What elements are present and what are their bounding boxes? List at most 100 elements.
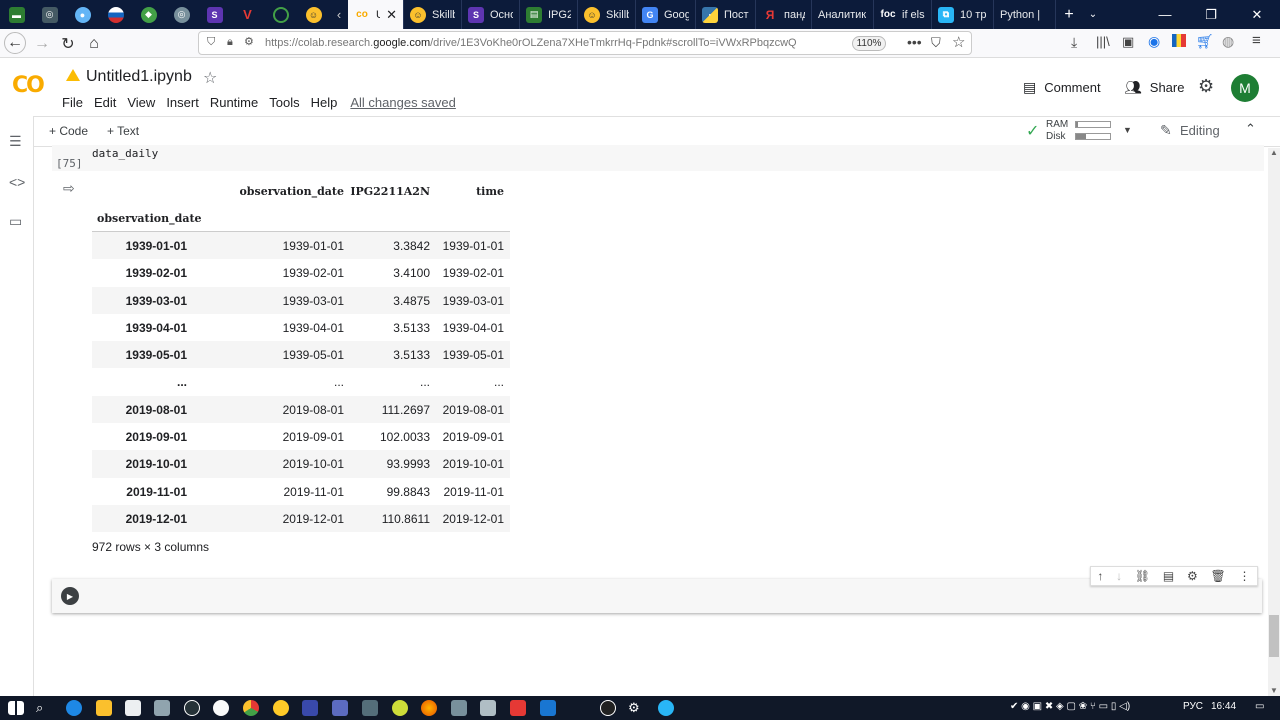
page-scrollbar[interactable] (1268, 148, 1280, 696)
pinned-tab-10[interactable]: ☺ (297, 0, 330, 29)
move-up-icon[interactable]: ↑ (1097, 569, 1103, 583)
yandex-browser-icon[interactable] (213, 700, 229, 716)
link-icon[interactable]: ⛓ (1135, 569, 1150, 583)
library-icon[interactable]: |||\ (1096, 34, 1110, 49)
tab-postr[interactable]: · Постр (696, 0, 756, 29)
menu-help[interactable]: Help (311, 95, 338, 110)
tab-osnovy[interactable]: S Осно (462, 0, 520, 29)
file-explorer-icon[interactable] (96, 700, 112, 716)
app-icon[interactable] (540, 700, 556, 716)
menu-view[interactable]: View (127, 95, 155, 110)
close-icon[interactable]: ✕ (386, 7, 397, 23)
scrollbar-thumb[interactable] (1269, 615, 1279, 657)
tab-list-chevron-icon[interactable]: ⌄ (1082, 0, 1104, 29)
forward-button[interactable]: → (30, 32, 54, 56)
files-folder-icon[interactable]: ▭ (9, 213, 22, 230)
home-button[interactable]: ⌂ (82, 32, 106, 56)
input-language[interactable]: РУС (1183, 701, 1203, 712)
pinned-tab-9[interactable] (264, 0, 297, 29)
more-icon[interactable]: ••• (907, 34, 922, 50)
comment-button[interactable]: ▤ Comment (1023, 79, 1101, 96)
menu-tools[interactable]: Tools (269, 95, 299, 110)
windows-start-icon[interactable] (8, 701, 24, 715)
tab-skillbox-1[interactable]: ☺ Skillb (404, 0, 462, 29)
pinned-tab-8[interactable]: V (231, 0, 264, 29)
code-cell-input[interactable] (52, 145, 1264, 171)
pinned-tab-3[interactable]: ● (66, 0, 99, 29)
share-button[interactable]: 👥︎ Share (1124, 79, 1184, 96)
cart-icon[interactable]: 🛒︎ (1196, 33, 1214, 50)
hp-icon[interactable] (184, 700, 200, 716)
search-icon[interactable]: ⌕ (36, 700, 52, 716)
comment-icon[interactable]: ▤ (1163, 569, 1174, 583)
mail-icon[interactable] (154, 700, 170, 716)
app-icon[interactable] (510, 700, 526, 716)
move-down-icon[interactable]: ↓ (1116, 569, 1122, 583)
settings-icon[interactable]: ⚙ (628, 700, 644, 716)
pinned-tab-7[interactable]: S (198, 0, 231, 29)
tab-google[interactable]: G Googl (636, 0, 696, 29)
delete-icon[interactable]: 🗑︎ (1211, 569, 1226, 583)
zoom-badge[interactable]: 110% (852, 36, 886, 51)
lock-icon[interactable]: 🔒︎ (227, 36, 233, 49)
chrome-icon[interactable] (243, 700, 259, 716)
output-actions-icon[interactable]: ⇨ (63, 180, 75, 197)
globe-icon[interactable]: ◍ (1222, 33, 1234, 50)
close-window-button[interactable]: ✕ (1234, 0, 1280, 29)
table-of-contents-icon[interactable]: ☰ (9, 133, 22, 150)
pocket-icon[interactable]: ⛉ (931, 35, 941, 51)
shield-icon[interactable]: ⛉ (207, 36, 215, 49)
menu-runtime[interactable]: Runtime (210, 95, 258, 110)
app-icon[interactable] (600, 700, 616, 716)
tab-if-else[interactable]: foc if else (874, 0, 932, 29)
resources-dropdown-icon[interactable]: ▼ (1123, 125, 1132, 135)
edge-icon[interactable] (66, 700, 82, 716)
collapse-header-icon[interactable]: ⌃ (1245, 121, 1256, 137)
menu-icon[interactable]: ≡ (1252, 32, 1261, 49)
tab-scroll-left[interactable]: ‹ (330, 0, 348, 29)
empty-code-cell[interactable] (52, 579, 1262, 613)
app-icon[interactable] (392, 700, 408, 716)
code-snippets-icon[interactable]: <> (9, 174, 25, 190)
app-icon[interactable] (332, 700, 348, 716)
download-icon[interactable]: ⤓ (1071, 34, 1077, 51)
menu-edit[interactable]: Edit (94, 95, 116, 110)
tab-skillbox-2[interactable]: ☺ Skillb (578, 0, 636, 29)
avatar[interactable]: M (1231, 74, 1259, 102)
pinned-tab-5[interactable]: ◆ (132, 0, 165, 29)
app-icon[interactable] (480, 700, 496, 716)
tab-python[interactable]: Python | (994, 0, 1056, 29)
settings-gear-icon[interactable]: ⚙ (1198, 76, 1214, 97)
bookmark-star-icon[interactable]: ☆ (952, 33, 965, 51)
notebook-title[interactable]: Untitled1.ipynb (86, 68, 192, 86)
tab-analitik[interactable]: Аналитик (812, 0, 874, 29)
cell-settings-icon[interactable]: ⚙ (1187, 569, 1198, 583)
account-icon[interactable]: ◉ (1148, 33, 1160, 50)
resource-labels[interactable]: RAM Disk (1046, 119, 1068, 143)
menu-file[interactable]: File (62, 95, 83, 110)
tray-icons[interactable]: ✔ ◉ ▣ ✖ ◈ ▢ ❀ ⑂ ▭ ▯ ◁) (1010, 701, 1130, 712)
tab-ipg[interactable]: ▤ IPG22 (520, 0, 578, 29)
app-icon[interactable] (302, 700, 318, 716)
chat-icon[interactable] (273, 700, 289, 716)
tab-colab[interactable]: co Un ✕ (348, 0, 404, 29)
new-tab-button[interactable]: + (1056, 0, 1082, 29)
permissions-icon[interactable]: ⚙ (244, 35, 254, 48)
add-text-button[interactable]: + Text (107, 124, 139, 138)
camera-icon[interactable] (451, 700, 467, 716)
pinned-tab-6[interactable]: ◎ (165, 0, 198, 29)
editing-mode-button[interactable]: Editing (1180, 123, 1220, 138)
pinned-tab-1[interactable]: ▬ (0, 0, 33, 29)
run-cell-button[interactable]: ▶ (61, 587, 79, 605)
colab-logo[interactable]: CO (12, 73, 45, 98)
pinned-tab-4[interactable] (99, 0, 132, 29)
back-button[interactable]: ← (4, 32, 26, 54)
maximize-button[interactable]: ❐ (1188, 0, 1234, 29)
tab-10-tre[interactable]: ⧉ 10 тре (932, 0, 994, 29)
extension-flag-icon[interactable] (1172, 34, 1186, 47)
telegram-icon[interactable] (658, 700, 674, 716)
clock[interactable]: 16:44 (1211, 701, 1236, 712)
add-code-button[interactable]: + Code (49, 124, 88, 138)
pinned-tab-2[interactable]: ◎ (33, 0, 66, 29)
minimize-button[interactable]: — (1142, 0, 1188, 29)
